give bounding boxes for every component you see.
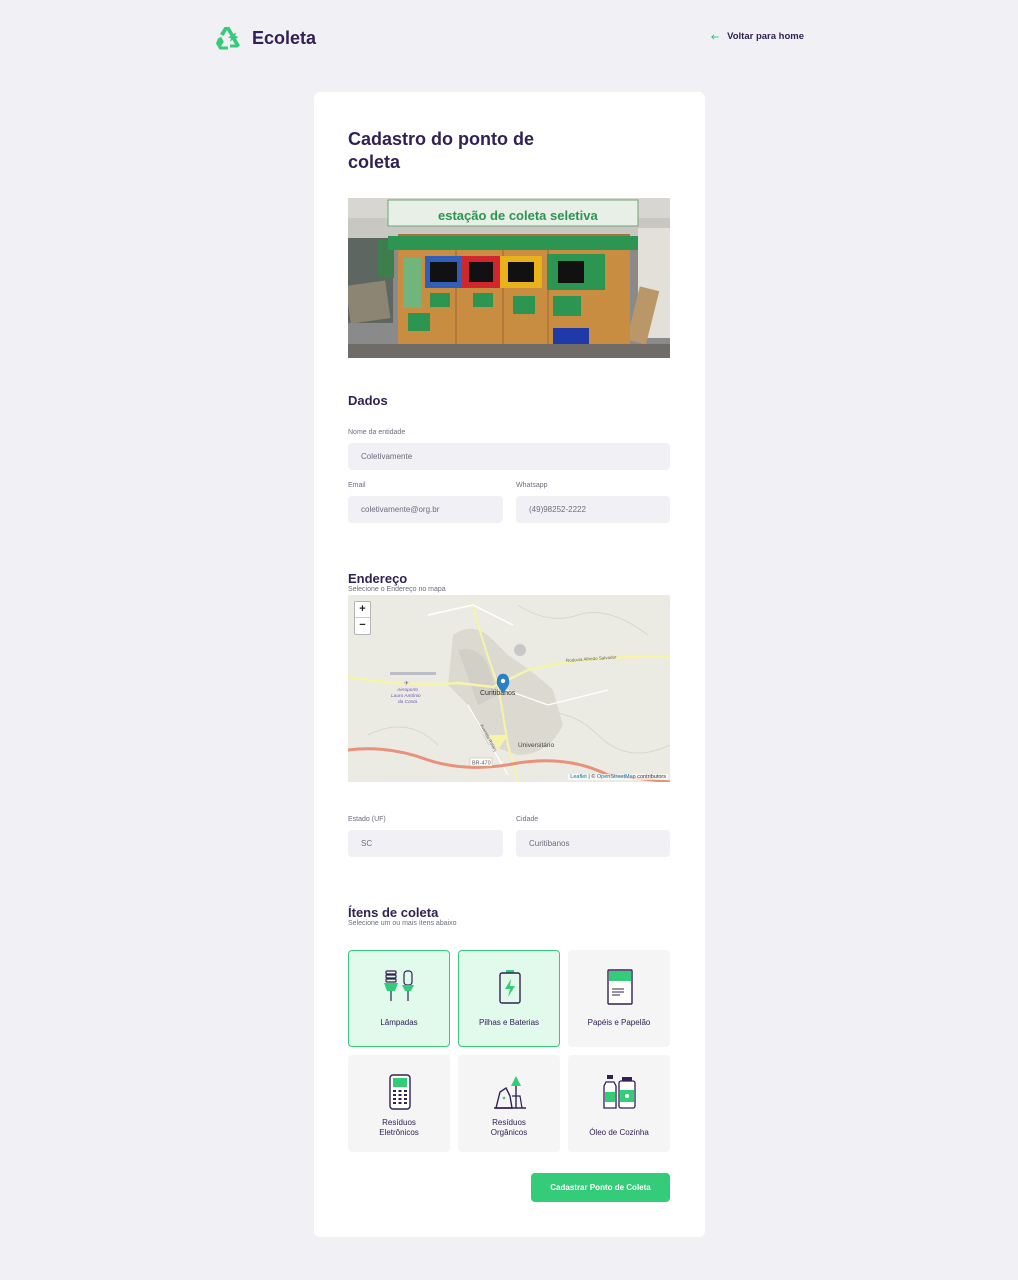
brand-name: Ecoleta bbox=[252, 27, 317, 48]
item-label-line-2: Orgânicos bbox=[490, 1128, 528, 1137]
name-input[interactable]: Coletivamente bbox=[348, 443, 670, 470]
oil-icon bbox=[603, 1075, 636, 1109]
item-label-line-1: Resíduos bbox=[382, 1118, 416, 1127]
form-card: Cadastro do ponto de coleta estação de c… bbox=[314, 92, 705, 1237]
electronics-icon bbox=[389, 1074, 411, 1110]
email-label: Email bbox=[348, 482, 366, 489]
item-label: Óleo de Cozinha bbox=[589, 1128, 649, 1137]
photo-sign-text: estação de coleta seletiva bbox=[438, 208, 598, 223]
section-endereco-subtitle: Selecione o Endereço no mapa bbox=[348, 586, 446, 593]
lamp-icon bbox=[384, 970, 414, 1001]
section-endereco-title: Endereço bbox=[348, 571, 408, 586]
attribution-separator: | © bbox=[588, 774, 596, 780]
map-airport-label-3: da Costa bbox=[398, 699, 418, 705]
leaflet-link[interactable]: Leaflet bbox=[570, 774, 587, 780]
highway-label: BR-470 bbox=[472, 761, 491, 767]
zoom-in-button[interactable]: + bbox=[355, 602, 370, 618]
item-label: Papéis e Papelão bbox=[587, 1018, 651, 1027]
name-label: Nome da entidade bbox=[348, 429, 406, 436]
map-district-label: Universitário bbox=[518, 742, 555, 749]
back-link-label: Voltar para home bbox=[727, 31, 804, 42]
paper-icon bbox=[607, 969, 633, 1005]
item-papeis-papelao[interactable]: Papéis e Papelão bbox=[568, 950, 670, 1047]
submit-button[interactable]: Cadastrar Ponto de Coleta bbox=[531, 1173, 670, 1202]
uf-select[interactable]: SC bbox=[348, 830, 503, 857]
email-input[interactable]: coletivamente@org.br bbox=[348, 496, 503, 523]
whatsapp-input[interactable]: (49)98252-2222 bbox=[516, 496, 670, 523]
zoom-out-button[interactable]: − bbox=[355, 618, 370, 634]
arrow-left-icon bbox=[711, 33, 719, 40]
city-label: Cidade bbox=[516, 816, 539, 823]
top-bar: Ecoleta Voltar para home bbox=[214, 24, 804, 52]
airport-icon: ✈ bbox=[404, 680, 409, 687]
photo-illustration: estação de coleta seletiva bbox=[348, 198, 670, 358]
item-lampadas[interactable]: Lâmpadas bbox=[348, 950, 450, 1047]
section-itens-title: Ítens de coleta bbox=[348, 905, 439, 920]
map-airport-label-1: Aeroporto bbox=[396, 687, 418, 693]
uf-label: Estado (UF) bbox=[348, 816, 386, 823]
map-city-label: Curitibanos bbox=[480, 690, 516, 697]
attribution-contributors: contributors bbox=[637, 774, 666, 780]
section-itens-subtitle: Selecione um ou mais ítens abaixo bbox=[348, 920, 457, 927]
page-title: Cadastro do ponto de coleta bbox=[348, 129, 534, 172]
address-map[interactable]: BR-470 Curitibanos Universitário Rodovia… bbox=[348, 595, 670, 782]
openstreetmap-link[interactable]: OpenStreetMap bbox=[597, 774, 636, 780]
item-label: Pilhas e Baterias bbox=[478, 1018, 540, 1027]
map-attribution: Leaflet | © OpenStreetMap contributors bbox=[568, 774, 668, 780]
battery-icon bbox=[499, 970, 521, 1004]
item-residuos-organicos[interactable]: Resíduos Orgânicos bbox=[458, 1055, 560, 1152]
item-pilhas-baterias[interactable]: Pilhas e Baterias bbox=[458, 950, 560, 1047]
item-label: Lâmpadas bbox=[380, 1018, 418, 1027]
map-airport-label-2: Lauro Antônio bbox=[391, 693, 421, 699]
logo: Ecoleta bbox=[214, 24, 316, 52]
map-zoom-control: + − bbox=[354, 601, 371, 635]
collection-point-photo[interactable]: estação de coleta seletiva bbox=[348, 198, 670, 358]
city-select[interactable]: Curitibanos bbox=[516, 830, 670, 857]
item-label-line-1: Resíduos bbox=[492, 1118, 526, 1127]
item-oleo-cozinha[interactable]: Óleo de Cozinha bbox=[568, 1055, 670, 1152]
section-dados-title: Dados bbox=[348, 393, 388, 408]
map-tiles: BR-470 Curitibanos Universitário Rodovia… bbox=[348, 595, 670, 782]
recycle-icon bbox=[216, 27, 240, 50]
organic-icon bbox=[494, 1076, 526, 1109]
item-label-line-2: Eletrônicos bbox=[379, 1128, 419, 1137]
item-residuos-eletronicos[interactable]: Resíduos Eletrônicos bbox=[348, 1055, 450, 1152]
back-to-home-link[interactable]: Voltar para home bbox=[711, 31, 804, 42]
whatsapp-label: Whatsapp bbox=[516, 482, 548, 489]
